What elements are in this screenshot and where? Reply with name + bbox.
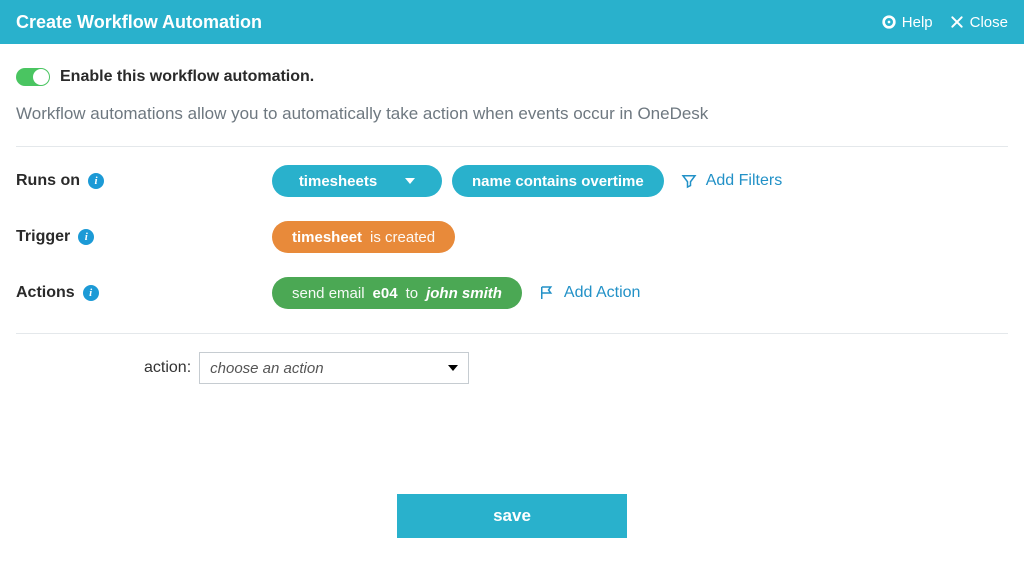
trigger-verb: is created [370, 229, 435, 246]
help-icon [881, 14, 897, 30]
runs-on-label-cell: Runs on i [16, 172, 272, 190]
action-select-placeholder: choose an action [210, 360, 323, 377]
actions-row: Actions i send email e04 to john smith A… [16, 277, 1008, 309]
runs-on-type-text: timesheets [299, 173, 377, 190]
chevron-down-icon [405, 178, 415, 184]
action-to: to [406, 285, 419, 302]
dialog-header: Create Workflow Automation Help Close [0, 0, 1024, 44]
action-recipient: john smith [426, 285, 502, 302]
enable-row: Enable this workflow automation. [16, 68, 1008, 86]
header-actions: Help Close [881, 14, 1008, 31]
trigger-pill[interactable]: timesheet is created [272, 221, 455, 253]
runs-on-filter-text: name contains overtime [472, 173, 644, 190]
runs-on-row: Runs on i timesheets name contains overt… [16, 165, 1008, 197]
info-icon[interactable]: i [78, 229, 94, 245]
info-icon[interactable]: i [83, 285, 99, 301]
action-selector-row: action: choose an action [16, 352, 1008, 384]
add-action-button[interactable]: Add Action [538, 284, 641, 302]
trigger-label: Trigger [16, 228, 70, 246]
action-pill[interactable]: send email e04 to john smith [272, 277, 522, 309]
action-selector-label: action: [144, 359, 191, 377]
close-label: Close [970, 14, 1008, 31]
dialog-body: Enable this workflow automation. Workflo… [0, 44, 1024, 538]
close-button[interactable]: Close [949, 14, 1008, 31]
enable-toggle[interactable] [16, 68, 50, 86]
save-button[interactable]: save [397, 494, 627, 538]
trigger-subject: timesheet [292, 229, 362, 246]
runs-on-label: Runs on [16, 172, 80, 190]
divider [16, 146, 1008, 147]
flag-icon [538, 284, 556, 302]
save-row: save [16, 494, 1008, 538]
runs-on-type-pill[interactable]: timesheets [272, 165, 442, 197]
trigger-row: Trigger i timesheet is created [16, 221, 1008, 253]
info-icon[interactable]: i [88, 173, 104, 189]
help-label: Help [902, 14, 933, 31]
runs-on-filter-pill[interactable]: name contains overtime [452, 165, 664, 197]
runs-on-body: timesheets name contains overtime Add Fi… [272, 165, 782, 197]
trigger-label-cell: Trigger i [16, 228, 272, 246]
help-button[interactable]: Help [881, 14, 933, 31]
action-select[interactable]: choose an action [199, 352, 469, 384]
actions-label: Actions [16, 284, 75, 302]
description-text: Workflow automations allow you to automa… [16, 104, 1008, 124]
actions-body: send email e04 to john smith Add Action [272, 277, 640, 309]
chevron-down-icon [448, 365, 458, 371]
dialog-title: Create Workflow Automation [16, 12, 262, 33]
trigger-body: timesheet is created [272, 221, 455, 253]
filter-icon [680, 172, 698, 190]
add-action-label: Add Action [564, 284, 641, 302]
enable-label: Enable this workflow automation. [60, 68, 314, 86]
actions-label-cell: Actions i [16, 284, 272, 302]
add-filters-button[interactable]: Add Filters [680, 172, 782, 190]
add-filters-label: Add Filters [706, 172, 782, 190]
close-icon [949, 14, 965, 30]
action-verb: send email [292, 285, 365, 302]
divider [16, 333, 1008, 334]
action-email-code: e04 [373, 285, 398, 302]
